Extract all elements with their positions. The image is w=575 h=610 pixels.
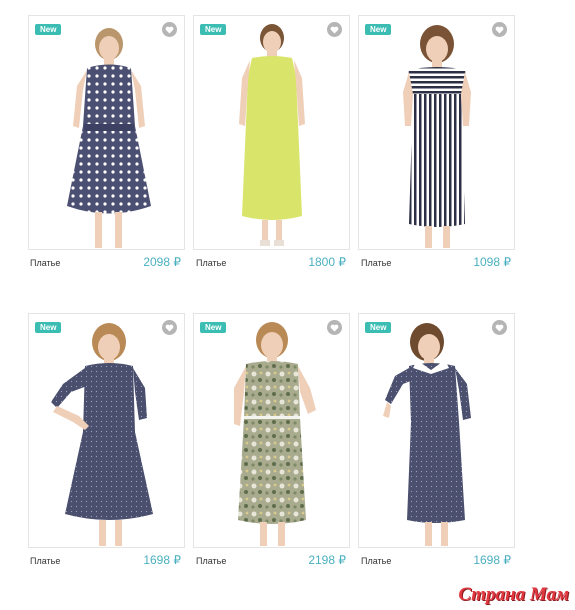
heart-icon[interactable] [327, 22, 342, 37]
product-photo[interactable] [29, 16, 184, 249]
product-photo[interactable] [359, 314, 514, 547]
product-card[interactable]: New [193, 15, 350, 250]
product-price: 1698 ₽ [473, 553, 511, 567]
new-badge: New [35, 24, 62, 35]
product-name[interactable]: Платье [361, 258, 391, 268]
heart-icon[interactable] [327, 320, 342, 335]
product-photo[interactable] [194, 314, 349, 547]
product-price: 1098 ₽ [473, 255, 511, 269]
product-photo[interactable] [29, 314, 184, 547]
product-card[interactable]: New [358, 15, 515, 250]
site-watermark: Страна Мам [458, 584, 569, 605]
heart-icon[interactable] [162, 320, 177, 335]
product-price: 2198 ₽ [308, 553, 346, 567]
new-badge: New [365, 322, 392, 333]
product-name[interactable]: Платье [361, 556, 391, 566]
product-card[interactable]: New [28, 313, 185, 548]
product-name[interactable]: Платье [30, 258, 60, 268]
heart-icon[interactable] [492, 320, 507, 335]
new-badge: New [200, 322, 227, 333]
new-badge: New [35, 322, 62, 333]
product-price: 2098 ₽ [143, 255, 181, 269]
heart-icon[interactable] [492, 22, 507, 37]
product-name[interactable]: Платье [30, 556, 60, 566]
product-name[interactable]: Платье [196, 556, 226, 566]
new-badge: New [365, 24, 392, 35]
product-photo[interactable] [359, 16, 514, 249]
product-card[interactable]: New [28, 15, 185, 250]
heart-icon[interactable] [162, 22, 177, 37]
product-price: 1800 ₽ [308, 255, 346, 269]
new-badge: New [200, 24, 227, 35]
product-card[interactable]: New [358, 313, 515, 548]
product-price: 1698 ₽ [143, 553, 181, 567]
product-card[interactable]: New [193, 313, 350, 548]
product-photo[interactable] [194, 16, 349, 249]
product-name[interactable]: Платье [196, 258, 226, 268]
